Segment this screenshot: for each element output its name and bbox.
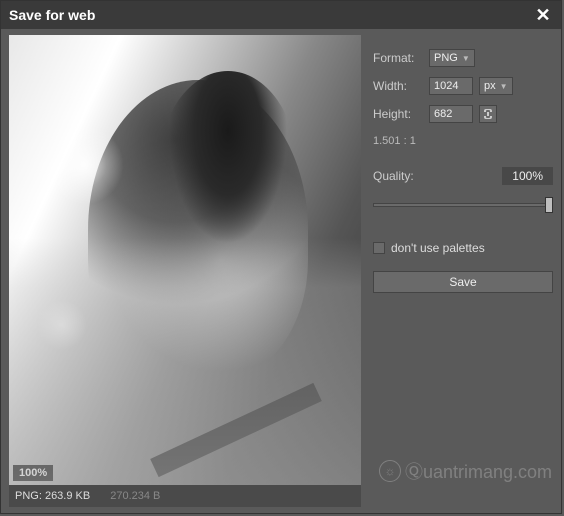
width-input[interactable]: 1024 [429,77,473,95]
height-row: Height: 682 [373,105,553,123]
height-input[interactable]: 682 [429,105,473,123]
format-row: Format: PNG ▼ [373,49,553,67]
quality-value: 100% [502,167,553,185]
controls-column: Format: PNG ▼ Width: 1024 px ▼ Height: [373,35,553,507]
aspect-ratio: 1.501 : 1 [373,133,553,149]
slider-thumb[interactable] [545,197,553,213]
format-label: Format: [373,51,423,65]
palettes-checkbox[interactable] [373,242,385,254]
link-icon [483,108,493,120]
strap-decoration [150,383,322,477]
file-size-estimated: 270.234 B [110,490,160,502]
aspect-lock-button[interactable] [479,105,497,123]
quality-slider[interactable] [373,197,553,213]
height-label: Height: [373,107,423,121]
palettes-row: don't use palettes [373,241,553,255]
chevron-down-icon: ▼ [500,82,508,91]
zoom-badge[interactable]: 100% [13,465,53,481]
unit-dropdown[interactable]: px ▼ [479,77,513,95]
quality-label: Quality: [373,169,414,183]
dialog-title: Save for web [9,7,95,23]
titlebar: Save for web ✕ [1,1,561,29]
save-for-web-dialog: Save for web ✕ 100% PNG: 263.9 KB 270.23… [0,0,562,514]
image-preview[interactable]: 100% [9,35,361,485]
lens-flare-decoration [37,300,87,350]
silhouette-decoration [158,71,298,271]
file-size-original: PNG: 263.9 KB [15,490,90,502]
palettes-label: don't use palettes [391,241,485,255]
format-dropdown[interactable]: PNG ▼ [429,49,475,67]
width-row: Width: 1024 px ▼ [373,77,553,95]
preview-column: 100% PNG: 263.9 KB 270.234 B [9,35,361,507]
chevron-down-icon: ▼ [462,54,470,63]
status-bar: PNG: 263.9 KB 270.234 B [9,485,361,507]
dialog-content: 100% PNG: 263.9 KB 270.234 B Format: PNG… [1,29,561,513]
unit-selected: px [484,80,496,92]
quality-row: Quality: 100% [373,167,553,185]
save-button[interactable]: Save [373,271,553,293]
format-selected: PNG [434,52,458,64]
lens-flare-decoration [44,125,124,205]
slider-track [373,203,553,207]
close-icon[interactable]: ✕ [533,5,553,25]
width-label: Width: [373,79,423,93]
